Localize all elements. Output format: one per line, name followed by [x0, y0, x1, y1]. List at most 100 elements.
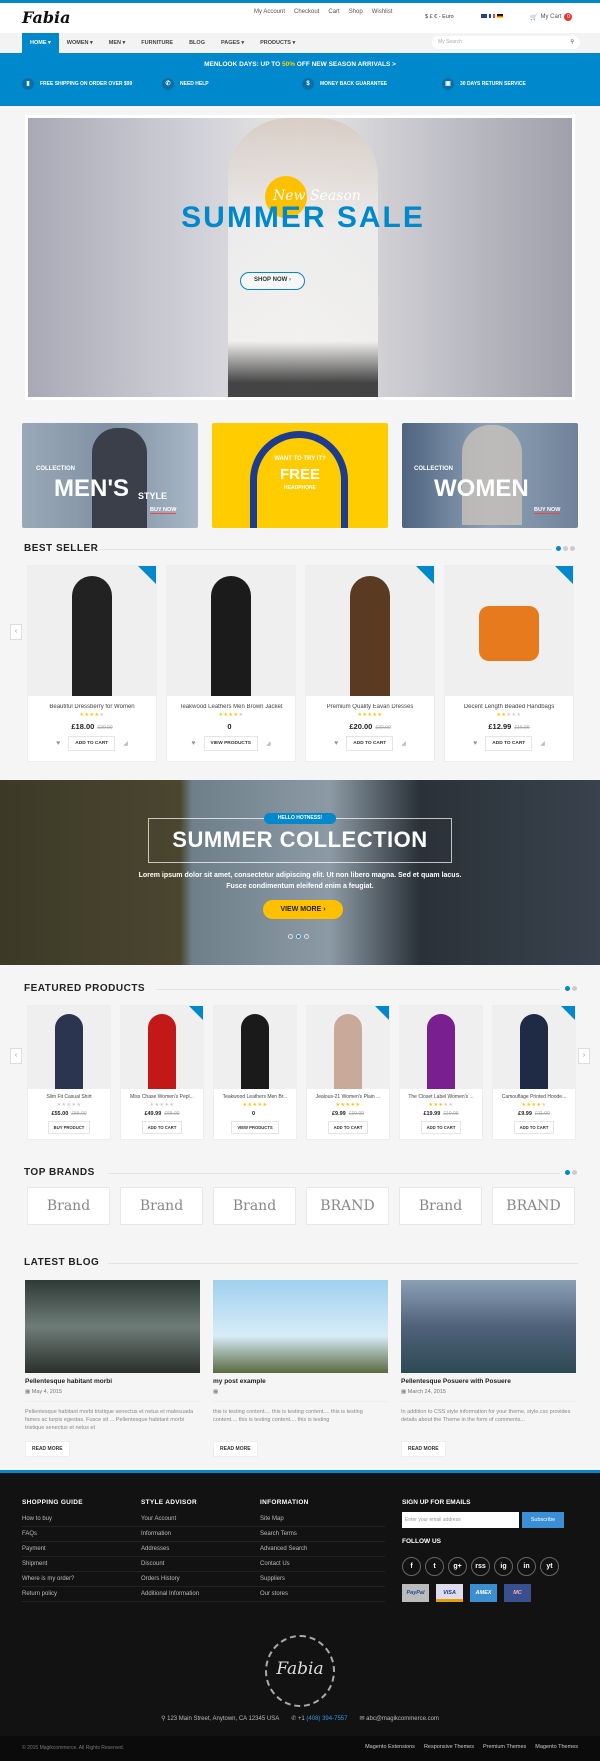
prev-arrow-icon[interactable]: ‹	[10, 624, 22, 640]
product-action-button[interactable]: ADD TO CART	[141, 1121, 183, 1134]
best-seller-pager[interactable]	[556, 546, 575, 551]
nav-blog[interactable]: BLOG	[181, 33, 213, 53]
currency-selector[interactable]: $ £ € - Euro	[425, 14, 454, 20]
footer-link[interactable]: Additional Information	[141, 1587, 266, 1602]
wishlist-heart-icon[interactable]: ♥	[56, 740, 60, 747]
featured-pager[interactable]	[565, 986, 577, 991]
product-name[interactable]: Jealous-21 Women's Plain ...	[307, 1094, 389, 1100]
footer-link[interactable]: Your Account	[141, 1512, 266, 1527]
nav-home[interactable]: HOME ▾	[22, 33, 59, 53]
twitter-icon[interactable]: t	[425, 1557, 444, 1576]
buy-now-link[interactable]: BUY NOW	[150, 507, 177, 514]
phone[interactable]: ✆ +1 (408) 394-7557	[291, 1715, 347, 1722]
instagram-icon[interactable]: ig	[494, 1557, 513, 1576]
link-cart[interactable]: Cart	[328, 9, 339, 15]
product-action-button[interactable]: VIEW PRODUCTS	[231, 1121, 279, 1134]
link-premium-themes[interactable]: Premium Themes	[483, 1744, 526, 1750]
product-image[interactable]	[214, 1006, 296, 1089]
prev-arrow-icon[interactable]: ‹	[10, 1048, 22, 1064]
product-name[interactable]: Miss Chase Women's Pepl...	[121, 1094, 203, 1100]
brands-pager[interactable]	[565, 1170, 577, 1175]
blog-title[interactable]: my post example	[213, 1378, 388, 1385]
logo[interactable]: Fabia	[22, 8, 70, 27]
compare-icon[interactable]: ◢	[401, 740, 406, 747]
nav-furniture[interactable]: FURNITURE	[133, 33, 181, 53]
product-card[interactable]: Teakwood Leathers Men Brown Jacket ★★★★★…	[166, 565, 296, 762]
email-input[interactable]: Enter your email address	[402, 1512, 519, 1528]
footer-link[interactable]: Our stores	[260, 1587, 385, 1602]
flag-fr-icon[interactable]	[489, 14, 495, 18]
brand-logo[interactable]: BRAND	[492, 1187, 575, 1225]
nav-men[interactable]: MEN ▾	[101, 33, 134, 53]
rss-icon[interactable]: rss	[471, 1557, 490, 1576]
footer-link[interactable]: Contact Us	[260, 1557, 385, 1572]
product-name[interactable]: Slim Fit Casual Shirt	[28, 1094, 110, 1100]
product-card[interactable]: The Closet Label Women's ... ★★★★★ £19.9…	[399, 1005, 483, 1140]
read-more-button[interactable]: READ MORE	[401, 1441, 446, 1457]
product-image[interactable]	[28, 1006, 110, 1089]
link-magento-extensions[interactable]: Magento Extensions	[365, 1744, 415, 1750]
email-link[interactable]: ✉ abc@magikcommerce.com	[359, 1715, 438, 1722]
product-card[interactable]: Decent Length Beaded Handbags ★★★★★ £12.…	[444, 565, 574, 762]
footer-link[interactable]: Site Map	[260, 1512, 385, 1527]
product-name[interactable]: Decent Length Beaded Handbags	[445, 704, 573, 710]
product-name[interactable]: Beautiful Dressberry for Women	[28, 704, 156, 710]
hero-slider[interactable]: New Season SUMMER SALE SHOP NOW ›	[25, 115, 575, 400]
product-image[interactable]	[306, 566, 434, 696]
buy-now-link[interactable]: BUY NOW	[534, 507, 561, 514]
add-to-cart-button[interactable]: ADD TO CART	[485, 736, 533, 751]
product-image[interactable]	[307, 1006, 389, 1089]
footer-link[interactable]: Suppliers	[260, 1572, 385, 1587]
product-card[interactable]: Miss Chase Women's Pepl... ★★★★★ £49.99 £…	[120, 1005, 204, 1140]
collection-pager[interactable]	[288, 934, 309, 939]
link-magento-themes[interactable]: Magento Themes	[535, 1744, 578, 1750]
search-icon[interactable]: ⚲	[570, 39, 574, 46]
product-image[interactable]	[400, 1006, 482, 1089]
footer-link[interactable]: How to buy	[22, 1512, 147, 1527]
product-card[interactable]: Camouflage Printed Hoode... ★★★★★ £9.99 £…	[492, 1005, 576, 1140]
cart-button[interactable]: 🛒 My Cart 0	[530, 13, 573, 21]
banner-women[interactable]: COLLECTION WOMEN BUY NOW	[402, 423, 578, 528]
blog-image[interactable]	[401, 1280, 576, 1373]
nav-women[interactable]: WOMEN ▾	[59, 33, 101, 53]
product-image[interactable]	[121, 1006, 203, 1089]
product-action-button[interactable]: ADD TO CART	[420, 1121, 462, 1134]
add-to-cart-button[interactable]: VIEW PRODUCTS	[203, 736, 259, 751]
add-to-cart-button[interactable]: ADD TO CART	[346, 736, 394, 751]
blog-image[interactable]	[25, 1280, 200, 1373]
product-card[interactable]: Jealous-21 Women's Plain ... ★★★★★ £9.99…	[306, 1005, 390, 1140]
product-action-button[interactable]: ADD TO CART	[513, 1121, 555, 1134]
product-name[interactable]: The Closet Label Women's ...	[400, 1094, 482, 1100]
search-input[interactable]: My Search ⚲	[432, 36, 580, 49]
nav-pages[interactable]: PAGES ▾	[213, 33, 252, 53]
product-name[interactable]: Camouflage Printed Hoode...	[493, 1094, 575, 1100]
compare-icon[interactable]: ◢	[540, 740, 545, 747]
link-shop[interactable]: Shop	[349, 9, 363, 15]
link-my-account[interactable]: My Account	[254, 9, 285, 15]
view-more-button[interactable]: VIEW MORE ›	[263, 900, 343, 919]
product-name[interactable]: Premium Quality Eavan Dresses	[306, 704, 434, 710]
wishlist-heart-icon[interactable]: ♥	[473, 740, 477, 747]
footer-link[interactable]: FAQs	[22, 1527, 147, 1542]
brand-logo[interactable]: BRAND	[306, 1187, 389, 1225]
brand-logo[interactable]: Brand	[120, 1187, 203, 1225]
wishlist-heart-icon[interactable]: ♥	[334, 740, 338, 747]
footer-link[interactable]: Search Terms	[260, 1527, 385, 1542]
next-arrow-icon[interactable]: ›	[578, 1048, 590, 1064]
link-wishlist[interactable]: Wishlist	[372, 9, 393, 15]
blog-title[interactable]: Pellentesque habitant morbi	[25, 1378, 200, 1385]
wishlist-heart-icon[interactable]: ♥	[191, 740, 195, 747]
product-name[interactable]: Teakwood Leathers Men Brown Jacket	[167, 704, 295, 710]
brand-logo[interactable]: Brand	[213, 1187, 296, 1225]
link-responsive-themes[interactable]: Responsive Themes	[424, 1744, 474, 1750]
facebook-icon[interactable]: f	[402, 1557, 421, 1576]
product-image[interactable]	[493, 1006, 575, 1089]
brand-logo[interactable]: Brand	[27, 1187, 110, 1225]
linkedin-icon[interactable]: in	[517, 1557, 536, 1576]
product-action-button[interactable]: BUY PRODUCT	[47, 1121, 91, 1134]
google-plus-icon[interactable]: g+	[448, 1557, 467, 1576]
read-more-button[interactable]: READ MORE	[213, 1441, 258, 1457]
promo-text[interactable]: MENLOOK DAYS: UP TO 50% OFF NEW SEASON A…	[0, 61, 600, 68]
brand-logo[interactable]: Brand	[399, 1187, 482, 1225]
banner-mens[interactable]: COLLECTION MEN'S STYLE BUY NOW	[22, 423, 198, 528]
